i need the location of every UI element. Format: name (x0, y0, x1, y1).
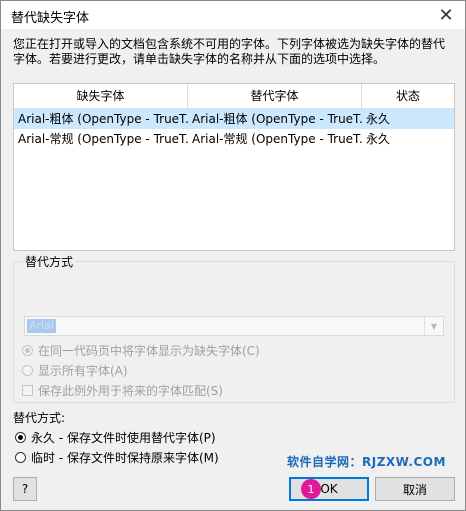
checkbox-icon (22, 384, 33, 396)
radio-all-fonts[interactable]: 显示所有字体(A) (22, 362, 128, 378)
missing-font-cell: Arial-粗体 (OpenType - TrueT... (18, 112, 188, 126)
radio-icon (22, 344, 33, 356)
radio-label: 永久 - 保存文件时使用替代字体(P) (31, 430, 216, 445)
checkbox-label: 保存此例外用于将来的字体匹配(S) (38, 383, 223, 398)
missing-font-cell: Arial-常规 (OpenType - TrueT... (18, 132, 188, 146)
table-row[interactable]: Arial-粗体 (OpenType - TrueT... Arial-粗体 (… (14, 109, 454, 129)
column-header-missing[interactable]: 缺失字体 (14, 84, 188, 108)
mode-label: 替代方式: (13, 411, 66, 425)
chevron-down-icon[interactable]: ▼ (424, 317, 443, 335)
save-exception-checkbox[interactable]: 保存此例外用于将来的字体匹配(S) (22, 382, 223, 398)
groupbox-legend: 替代方式 (22, 253, 77, 270)
table-header: 缺失字体 替代字体 状态 (14, 84, 454, 109)
help-button[interactable]: ? (13, 477, 37, 501)
step-badge: 1 (301, 479, 321, 499)
radio-label: 临时 - 保存文件时保持原来字体(M) (31, 450, 219, 465)
close-icon[interactable]: ✕ (435, 4, 457, 26)
cancel-button[interactable]: 取消 (375, 477, 455, 501)
radio-permanent[interactable]: 永久 - 保存文件时使用替代字体(P) (15, 429, 216, 445)
substitute-fonts-dialog: 替代缺失字体 ✕ 您正在打开或导入的文档包含系统不可用的字体。下列字体被选为缺失… (0, 0, 466, 511)
title-bar: 替代缺失字体 ✕ (1, 1, 465, 29)
substitution-groupbox: 替代方式 Arial ▼ 在同一代码页中将字体显示为缺失字体(C) 显示所有字体… (13, 253, 455, 403)
radio-icon (15, 451, 26, 463)
column-header-status[interactable]: 状态 (362, 84, 454, 108)
substitute-font-cell: Arial-粗体 (OpenType - TrueT... (192, 112, 362, 126)
column-header-substitute[interactable]: 替代字体 (188, 84, 362, 108)
font-select[interactable]: Arial ▼ (24, 316, 444, 336)
watermark-text: 软件自学网：RJZXW.COM (287, 455, 446, 469)
status-cell: 永久 (366, 132, 391, 146)
radio-icon (22, 364, 33, 376)
radio-label: 显示所有字体(A) (38, 363, 128, 378)
description-text: 您正在打开或导入的文档包含系统不可用的字体。下列字体被选为缺失字体的替代字体。若… (13, 37, 446, 66)
table-row[interactable]: Arial-常规 (OpenType - TrueT... Arial-常规 (… (14, 129, 454, 149)
font-select-value: Arial (27, 319, 56, 333)
radio-label: 在同一代码页中将字体显示为缺失字体(C) (38, 343, 260, 358)
dialog-title: 替代缺失字体 (11, 11, 90, 26)
radio-icon (15, 431, 26, 443)
status-cell: 永久 (366, 112, 391, 126)
substitute-font-cell: Arial-常规 (OpenType - TrueT... (192, 132, 362, 146)
font-table: 缺失字体 替代字体 状态 Arial-粗体 (OpenType - TrueT.… (13, 83, 455, 251)
radio-temporary[interactable]: 临时 - 保存文件时保持原来字体(M) (15, 449, 219, 465)
radio-same-codepage[interactable]: 在同一代码页中将字体显示为缺失字体(C) (22, 342, 260, 358)
